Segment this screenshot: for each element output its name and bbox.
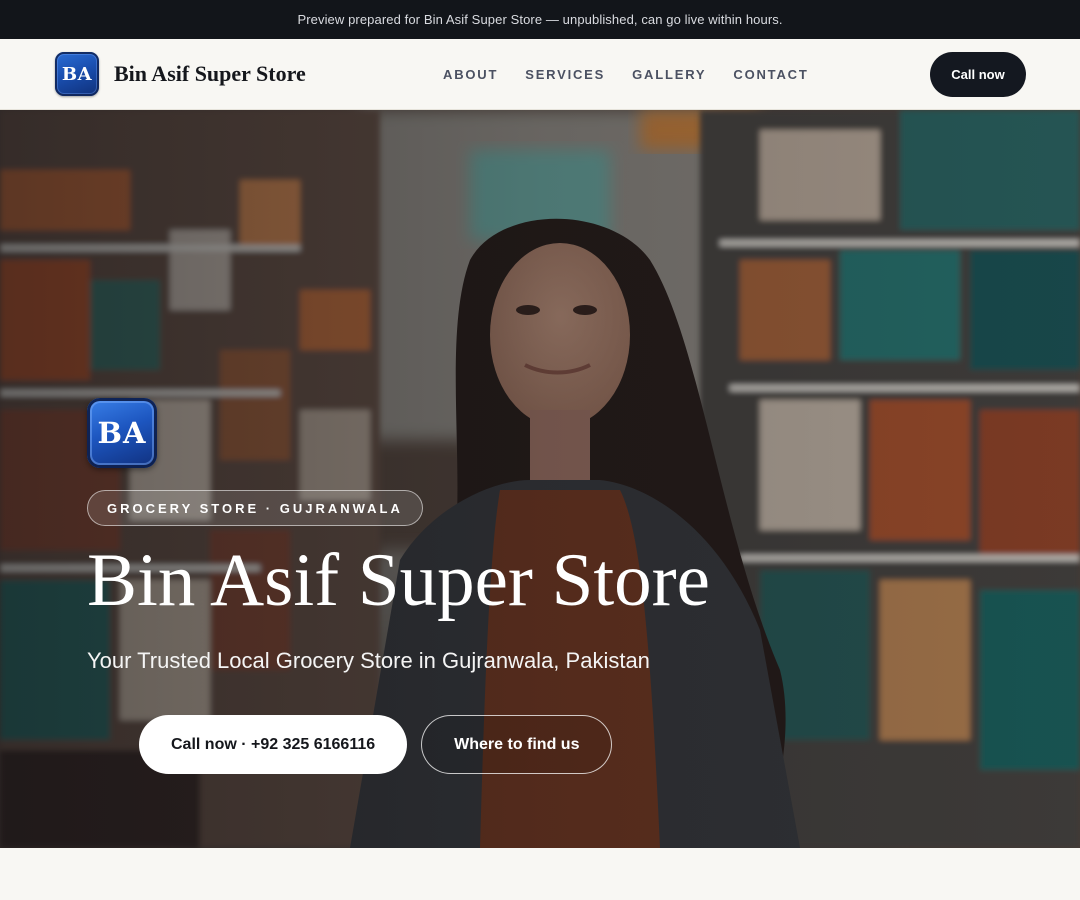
brand-name: Bin Asif Super Store: [114, 61, 306, 86]
hero-title: Bin Asif Super Store: [87, 539, 710, 622]
site-header: BA Bin Asif Super Store ABOUT SERVICES G…: [0, 39, 1080, 110]
main-nav: ABOUT SERVICES GALLERY CONTACT: [443, 39, 809, 109]
header-call-button[interactable]: Call now: [930, 52, 1026, 97]
next-section: [0, 848, 1080, 900]
hero-logo: BA: [87, 398, 157, 468]
brand-logo: BA: [55, 52, 99, 96]
hero-section: BA GROCERY STORE · GUJRANWALA Bin Asif S…: [0, 110, 1080, 848]
hero-chip-label: GROCERY STORE · GUJRANWALA: [107, 500, 403, 516]
brand-home-link[interactable]: BA Bin Asif Super Store: [55, 51, 306, 97]
nav-link-services[interactable]: SERVICES: [525, 67, 605, 82]
preview-banner: Preview prepared for Bin Asif Super Stor…: [0, 0, 1080, 39]
hero-subtitle: Your Trusted Local Grocery Store in Gujr…: [87, 648, 650, 673]
hero-category-chip: GROCERY STORE · GUJRANWALA: [87, 490, 423, 526]
nav-link-gallery[interactable]: GALLERY: [632, 67, 706, 82]
nav-link-about[interactable]: ABOUT: [443, 67, 498, 82]
preview-banner-text: Preview prepared for Bin Asif Super Stor…: [297, 12, 783, 27]
where-to-find-us-button[interactable]: Where to find us: [421, 715, 613, 774]
call-now-button[interactable]: Call now · +92 325 6166116: [139, 715, 408, 774]
hero-cta-group: Call now · +92 325 6166116 Where to find…: [139, 715, 613, 774]
nav-link-contact[interactable]: CONTACT: [733, 67, 808, 82]
